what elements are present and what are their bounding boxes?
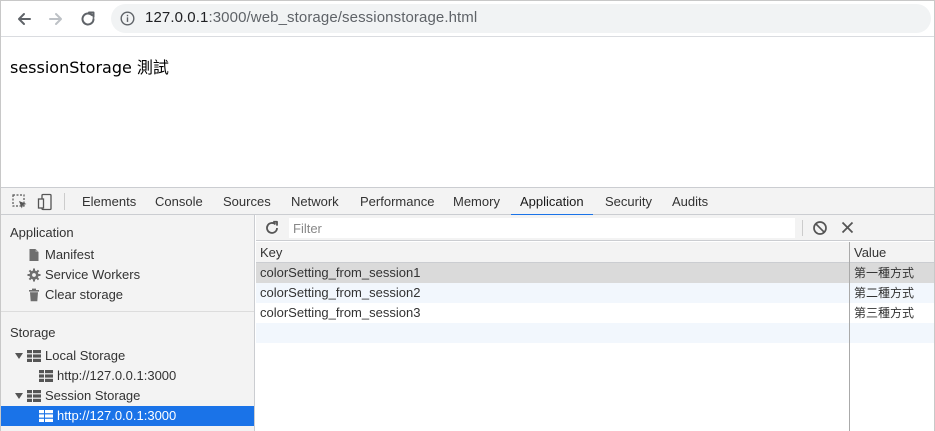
- sidebar-item-service-workers[interactable]: Service Workers: [27, 265, 140, 285]
- info-icon[interactable]: [120, 11, 135, 26]
- column-header-value[interactable]: Value: [854, 245, 886, 260]
- page-heading: sessionStorage 測試: [10, 58, 169, 77]
- table-row[interactable]: colorSetting_from_session1 第一種方式: [256, 263, 934, 283]
- tab-application[interactable]: Application: [511, 188, 593, 216]
- expand-triangle-icon[interactable]: [15, 393, 23, 399]
- trash-icon: [29, 288, 39, 302]
- table-icon: [27, 390, 41, 402]
- row-key: colorSetting_from_session3: [260, 305, 421, 320]
- sidebar-item-local-origin[interactable]: http://127.0.0.1:3000: [39, 366, 176, 386]
- row-value: 第三種方式: [854, 306, 915, 320]
- reload-icon: [81, 11, 95, 26]
- storage-filterbar: [256, 215, 934, 241]
- application-sidebar: Application Manifest Service Workers Cle…: [1, 215, 255, 431]
- sidebar-item-clear-storage[interactable]: Clear storage: [27, 285, 123, 305]
- document-icon: [29, 249, 39, 261]
- toolbar-separator: [64, 193, 65, 210]
- devtools-panel: Elements Console Sources Network Perform…: [1, 187, 934, 431]
- inspect-element-icon[interactable]: [11, 193, 29, 211]
- gear-icon: [27, 268, 41, 282]
- tab-security[interactable]: Security: [605, 188, 652, 215]
- tab-performance[interactable]: Performance: [360, 188, 434, 215]
- tab-elements[interactable]: Elements: [82, 188, 136, 215]
- filterbar-separator: [802, 220, 803, 236]
- row-value: 第一種方式: [854, 266, 915, 280]
- table-row[interactable]: colorSetting_from_session3 第三種方式: [256, 303, 934, 323]
- delete-selected-icon[interactable]: [841, 221, 854, 234]
- tab-memory[interactable]: Memory: [453, 188, 500, 215]
- reload-button[interactable]: [77, 8, 99, 30]
- url-text: 127.0.0.1:3000/web_storage/sessionstorag…: [145, 9, 478, 26]
- tab-console[interactable]: Console: [155, 188, 203, 215]
- tab-network[interactable]: Network: [291, 188, 339, 215]
- column-divider[interactable]: [849, 242, 850, 431]
- sidebar-item-local-storage[interactable]: Local Storage: [27, 346, 125, 366]
- forward-button[interactable]: [45, 8, 67, 30]
- row-value: 第二種方式: [854, 286, 915, 300]
- table-icon: [39, 410, 53, 422]
- arrow-right-icon: [49, 13, 62, 25]
- table-header: Key Value: [256, 242, 934, 263]
- filter-input[interactable]: [289, 218, 795, 238]
- column-header-key[interactable]: Key: [260, 245, 282, 260]
- clear-all-icon[interactable]: [812, 220, 828, 236]
- sidebar-divider: [1, 311, 254, 312]
- row-key: colorSetting_from_session2: [260, 285, 421, 300]
- sidebar-item-manifest[interactable]: Manifest: [27, 245, 94, 265]
- browser-toolbar: 127.0.0.1:3000/web_storage/sessionstorag…: [1, 1, 934, 37]
- device-toolbar-icon[interactable]: [37, 193, 55, 211]
- tab-sources[interactable]: Sources: [223, 188, 271, 215]
- table-icon: [39, 370, 53, 382]
- tab-audits[interactable]: Audits: [672, 188, 708, 215]
- row-key: colorSetting_from_session1: [260, 265, 421, 280]
- devtools-tabbar: Elements Console Sources Network Perform…: [1, 188, 934, 216]
- table-icon: [27, 350, 41, 362]
- address-bar[interactable]: 127.0.0.1:3000/web_storage/sessionstorag…: [111, 4, 931, 33]
- storage-view: Key Value colorSetting_from_session1 第一種…: [256, 215, 934, 431]
- empty-table-row[interactable]: [256, 323, 934, 343]
- expand-triangle-icon[interactable]: [15, 353, 23, 359]
- arrow-left-icon: [18, 13, 31, 25]
- sidebar-item-session-storage[interactable]: Session Storage: [27, 386, 140, 406]
- table-row[interactable]: colorSetting_from_session2 第二種方式: [256, 283, 934, 303]
- back-button[interactable]: [13, 8, 35, 30]
- sidebar-section-application: Application: [10, 225, 74, 240]
- sidebar-item-session-origin[interactable]: http://127.0.0.1:3000: [39, 406, 176, 426]
- sidebar-section-storage: Storage: [10, 325, 56, 340]
- refresh-icon[interactable]: [264, 220, 280, 236]
